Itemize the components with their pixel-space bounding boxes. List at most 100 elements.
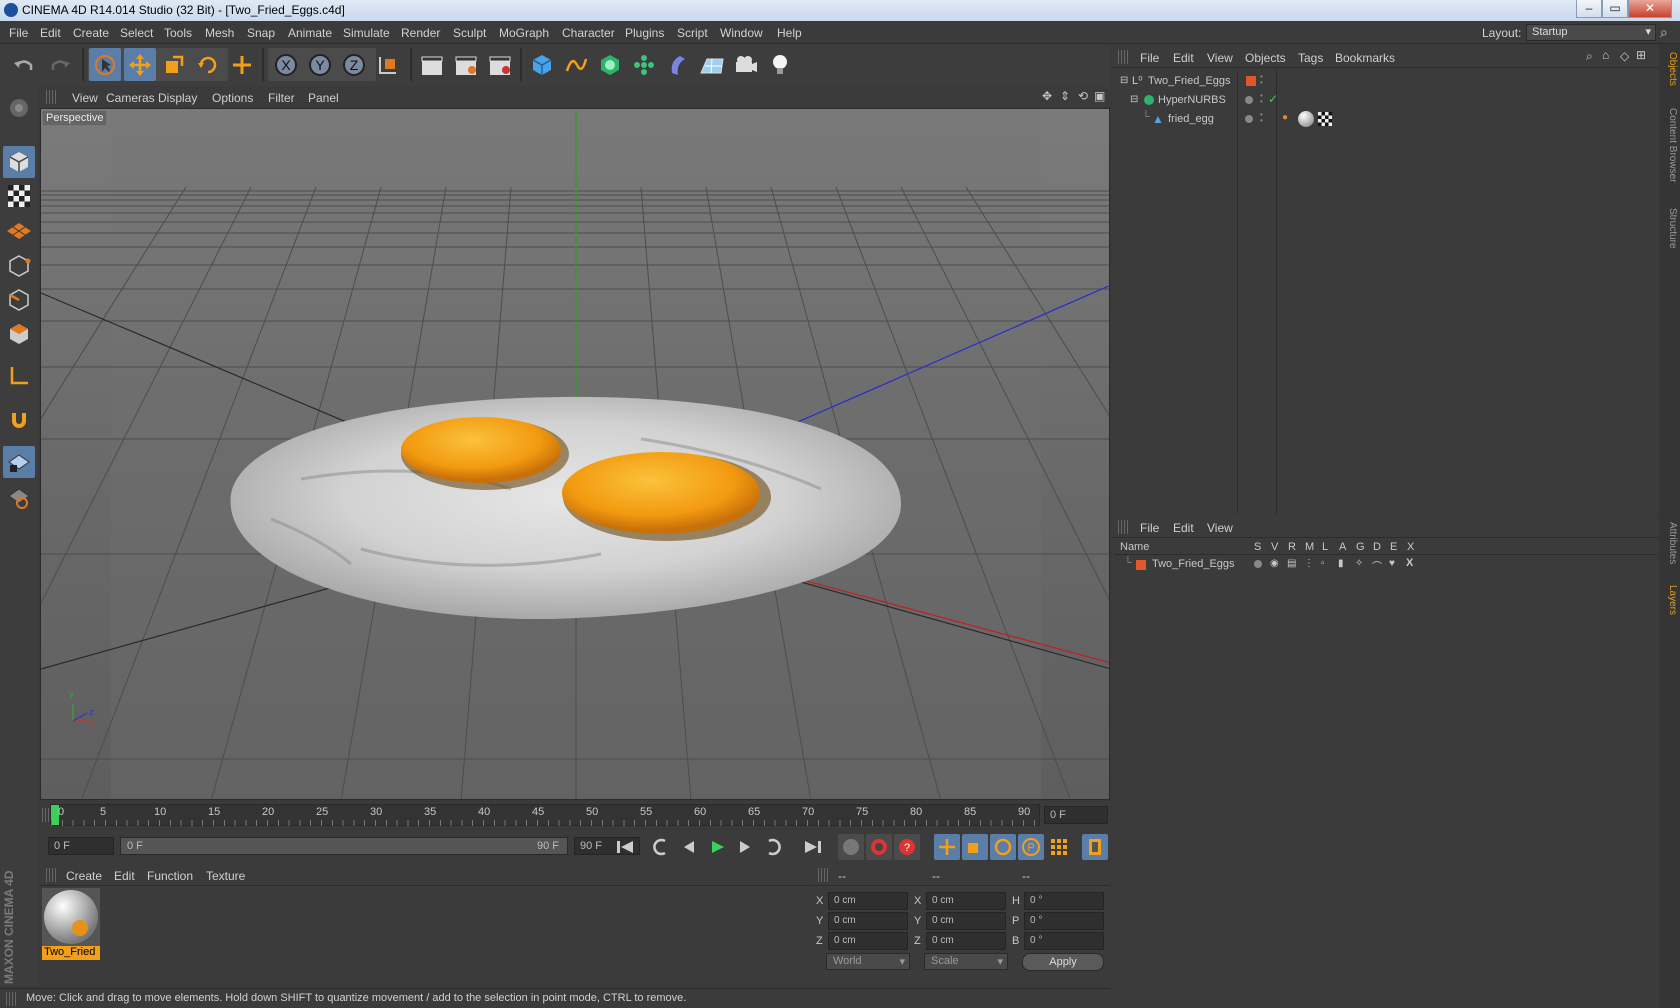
timeline-window-button[interactable] xyxy=(1082,834,1108,860)
size-mode-select[interactable]: Scale ▾ xyxy=(924,953,1008,970)
search-icon[interactable]: ⌕ xyxy=(1660,24,1668,41)
record-rotation-button[interactable] xyxy=(990,834,1016,860)
menu-simulate[interactable]: Simulate xyxy=(343,26,390,40)
lock-icon[interactable]: ▫ xyxy=(1321,558,1325,569)
position-y-field[interactable]: 0 cm xyxy=(828,912,908,930)
home-icon[interactable]: ⌂ xyxy=(1602,48,1609,62)
planar-workplane-button[interactable] xyxy=(3,482,35,514)
add-cube-button[interactable] xyxy=(526,48,558,81)
objects-menu-bookmarks[interactable]: Bookmarks xyxy=(1335,51,1395,65)
material-menu-function[interactable]: Function xyxy=(147,869,193,883)
make-editable-button[interactable] xyxy=(3,92,35,124)
frame-range-slider[interactable]: 0 F 90 F xyxy=(120,837,568,855)
tab-structure[interactable]: Structure xyxy=(1661,200,1678,256)
object-row[interactable]: └ ▲ fried_egg • • ● xyxy=(1114,110,1657,129)
layout-select[interactable]: Startup ▾ xyxy=(1526,24,1656,41)
add-deformer-button[interactable] xyxy=(662,48,694,81)
current-frame-field[interactable]: 0 F xyxy=(1044,806,1108,824)
record-scale-button[interactable] xyxy=(962,834,988,860)
material-menu-edit[interactable]: Edit xyxy=(114,869,135,883)
tree-collapse-icon[interactable]: ⊟ xyxy=(1120,75,1128,86)
play-button[interactable] xyxy=(704,834,730,860)
scale-tool-button[interactable] xyxy=(158,48,190,81)
search-icon[interactable]: ⌕ xyxy=(1586,49,1593,64)
animation-film-icon[interactable]: ▮ xyxy=(1338,558,1344,569)
position-x-field[interactable]: 0 cm xyxy=(828,892,908,910)
lock-workplane-button[interactable] xyxy=(3,446,35,478)
menu-plugins[interactable]: Plugins xyxy=(625,26,664,40)
layers-menu-edit[interactable]: Edit xyxy=(1173,521,1194,535)
rotate-tool-button[interactable] xyxy=(192,48,224,81)
go-to-start-button[interactable] xyxy=(612,834,638,860)
move-tool-button[interactable] xyxy=(124,48,156,81)
size-x-field[interactable]: 0 cm xyxy=(926,892,1006,910)
menu-help[interactable]: Help xyxy=(777,26,802,40)
next-key-button[interactable] xyxy=(760,834,786,860)
viewport-camera-label[interactable]: Perspective xyxy=(42,110,108,126)
enabled-check-icon[interactable]: ✓ xyxy=(1268,92,1278,106)
tab-objects[interactable]: Objects xyxy=(1661,48,1678,90)
toggle-view-icon[interactable]: ▣ xyxy=(1094,89,1105,103)
x-axis-lock-button[interactable]: X xyxy=(270,48,302,81)
viewport-menu-panel[interactable]: Panel xyxy=(308,91,339,105)
viewport-menu-cameras[interactable]: Cameras xyxy=(106,91,155,105)
recent-tool-button[interactable] xyxy=(226,48,258,81)
menu-file[interactable]: File xyxy=(9,26,28,40)
redo-button[interactable] xyxy=(44,48,76,81)
maximize-button[interactable]: ▭ xyxy=(1602,0,1628,18)
col-animation[interactable]: A xyxy=(1339,541,1346,553)
menu-mograph[interactable]: MoGraph xyxy=(499,26,549,40)
menu-animate[interactable]: Animate xyxy=(288,26,332,40)
rotation-h-field[interactable]: 0 ° xyxy=(1024,892,1104,910)
objects-menu-view[interactable]: View xyxy=(1207,51,1233,65)
perspective-viewport[interactable]: y z x xyxy=(40,108,1110,800)
viewport-menu-filter[interactable]: Filter xyxy=(268,91,295,105)
coordinate-system-button[interactable] xyxy=(372,48,404,81)
position-z-field[interactable]: 0 cm xyxy=(828,932,908,950)
arrow-up-icon[interactable]: ◇ xyxy=(1620,49,1629,63)
tab-content-browser[interactable]: Content Browser xyxy=(1661,100,1678,190)
axis-mode-button[interactable] xyxy=(3,360,35,392)
rotation-p-field[interactable]: 0 ° xyxy=(1024,912,1104,930)
layer-color-swatch[interactable] xyxy=(1136,560,1146,570)
object-row[interactable]: ⊟ HyperNURBS • • ✓ xyxy=(1114,91,1657,110)
objects-menu-tags[interactable]: Tags xyxy=(1298,51,1323,65)
size-z-field[interactable]: 0 cm xyxy=(926,932,1006,950)
snapping-button[interactable] xyxy=(3,404,35,436)
menu-snap[interactable]: Snap xyxy=(247,26,275,40)
viewport-menu-view[interactable]: View xyxy=(72,91,98,105)
edges-mode-button[interactable] xyxy=(3,284,35,316)
add-floor-button[interactable] xyxy=(696,48,728,81)
add-spline-button[interactable] xyxy=(560,48,592,81)
new-window-icon[interactable]: ⊞ xyxy=(1636,48,1646,62)
y-axis-lock-button[interactable]: Y xyxy=(304,48,336,81)
objects-menu-objects[interactable]: Objects xyxy=(1245,51,1286,65)
col-xref[interactable]: X xyxy=(1407,541,1414,553)
menu-render[interactable]: Render xyxy=(401,26,440,40)
visibility-dots-icon[interactable]: • • xyxy=(1260,73,1263,87)
phong-tag-icon[interactable]: ● xyxy=(1282,112,1288,123)
points-mode-button[interactable] xyxy=(3,250,35,282)
close-button[interactable]: ✕ xyxy=(1628,0,1672,18)
menu-select[interactable]: Select xyxy=(120,26,153,40)
record-parameter-button[interactable]: P xyxy=(1018,834,1044,860)
record-active-button[interactable] xyxy=(838,834,864,860)
render-clapboard-icon[interactable]: ▤ xyxy=(1287,558,1296,569)
menu-window[interactable]: Window xyxy=(720,26,763,40)
material-swatch[interactable]: Two_Fried xyxy=(42,888,100,960)
menu-tools[interactable]: Tools xyxy=(164,26,192,40)
workplane-mode-button[interactable] xyxy=(3,214,35,246)
record-points-button[interactable] xyxy=(1046,834,1072,860)
object-row[interactable]: ⊟ L⁰ Two_Fried_Eggs • • xyxy=(1114,72,1657,91)
material-tag-icon[interactable] xyxy=(1298,111,1314,127)
layer-dot-icon[interactable] xyxy=(1245,115,1253,123)
add-camera-button[interactable] xyxy=(730,48,762,81)
generator-icon[interactable]: ✧ xyxy=(1355,558,1363,569)
menu-sculpt[interactable]: Sculpt xyxy=(453,26,486,40)
add-array-button[interactable] xyxy=(628,48,660,81)
menu-edit[interactable]: Edit xyxy=(40,26,61,40)
tab-layers[interactable]: Layers xyxy=(1661,580,1678,620)
material-menu-create[interactable]: Create xyxy=(66,869,102,883)
add-nurbs-button[interactable] xyxy=(594,48,626,81)
polygons-mode-button[interactable] xyxy=(3,318,35,350)
